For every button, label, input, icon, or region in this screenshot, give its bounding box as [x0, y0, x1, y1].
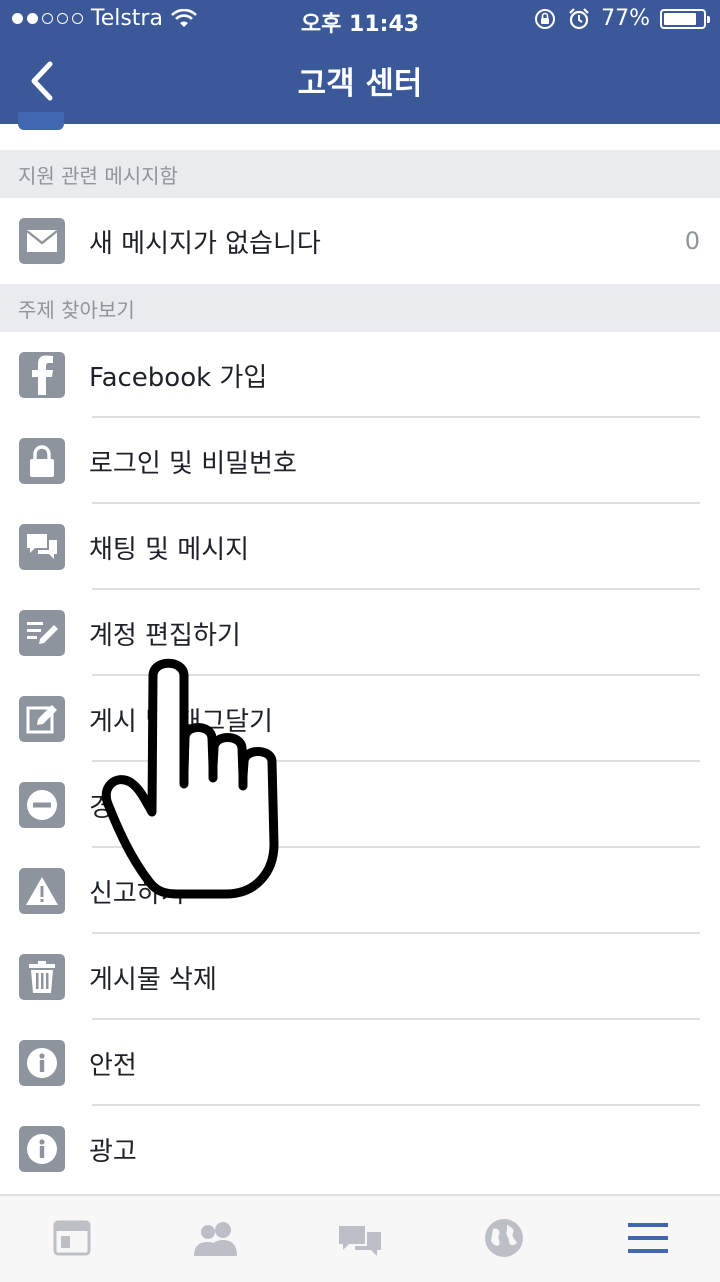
topic-label: 광고: [89, 1136, 137, 1167]
tab-news-feed[interactable]: [48, 1214, 96, 1262]
friends-icon: [194, 1222, 237, 1256]
battery-fill: [664, 12, 697, 25]
bottom-tab-bar: [0, 1194, 720, 1282]
alarm-icon: [569, 7, 589, 29]
info-icon: [19, 1126, 65, 1172]
trash-icon: [19, 954, 65, 1000]
topic-label: 계정 편집하기: [89, 620, 241, 651]
navigation-header: Telstra 오후 11:43 77% 고객 센터: [0, 0, 720, 124]
support-inbox-row[interactable]: 새 메시지가 없습니다 0: [0, 198, 720, 284]
rotation-lock-icon: [535, 8, 556, 29]
info-icon: [19, 1040, 65, 1086]
tab-notifications[interactable]: [480, 1214, 528, 1262]
section-header-support-inbox: 지원 관련 메시지함: [0, 150, 720, 198]
messages-icon: [339, 1226, 381, 1256]
menu-icon: [628, 1223, 668, 1253]
lock-icon: [19, 438, 65, 484]
warning-icon: [19, 868, 65, 914]
battery-percent: 77%: [601, 6, 650, 31]
topic-row-ads[interactable]: 광고: [0, 1106, 720, 1192]
topic-row-delete-post[interactable]: 게시물 삭제: [0, 934, 720, 1020]
status-bar: Telstra 오후 11:43 77%: [0, 0, 720, 40]
topic-label: 로그인 및 비밀번호: [89, 448, 297, 479]
topic-row-login[interactable]: 로그인 및 비밀번호: [0, 418, 720, 504]
globe-notifications-icon: [485, 1219, 523, 1257]
compose-icon: [19, 696, 65, 742]
news-feed-icon: [53, 1220, 91, 1256]
edit-list-icon: [19, 610, 65, 656]
battery-icon: [660, 8, 710, 29]
chat-bubbles-icon: [19, 524, 65, 570]
topic-row-chat[interactable]: 채팅 및 메시지: [0, 504, 720, 590]
page-title: 고객 센터: [297, 66, 423, 102]
support-inbox-label: 새 메시지가 없습니다: [89, 228, 321, 259]
tab-friends[interactable]: [192, 1214, 240, 1262]
topic-label: 채팅 및 메시지: [89, 534, 250, 565]
topic-row-safety[interactable]: 안전: [0, 1020, 720, 1106]
topic-row-signup[interactable]: Facebook 가입: [0, 332, 720, 418]
partial-row: [0, 112, 720, 150]
topic-label: Facebook 가입: [89, 362, 268, 393]
status-right: 77%: [533, 6, 710, 31]
topic-label: 안전: [89, 1050, 137, 1081]
topic-label: 게시물 삭제: [89, 964, 217, 995]
block-icon: [19, 782, 65, 828]
facebook-icon: [19, 352, 65, 398]
tab-messages[interactable]: [336, 1214, 384, 1262]
pointer-hand-icon: [101, 658, 279, 899]
tab-menu[interactable]: [624, 1214, 672, 1262]
section-header-browse-topics: 주제 찾아보기: [0, 284, 720, 332]
envelope-icon: [19, 218, 65, 264]
message-count: 0: [684, 227, 700, 255]
partial-icon: [18, 112, 64, 130]
